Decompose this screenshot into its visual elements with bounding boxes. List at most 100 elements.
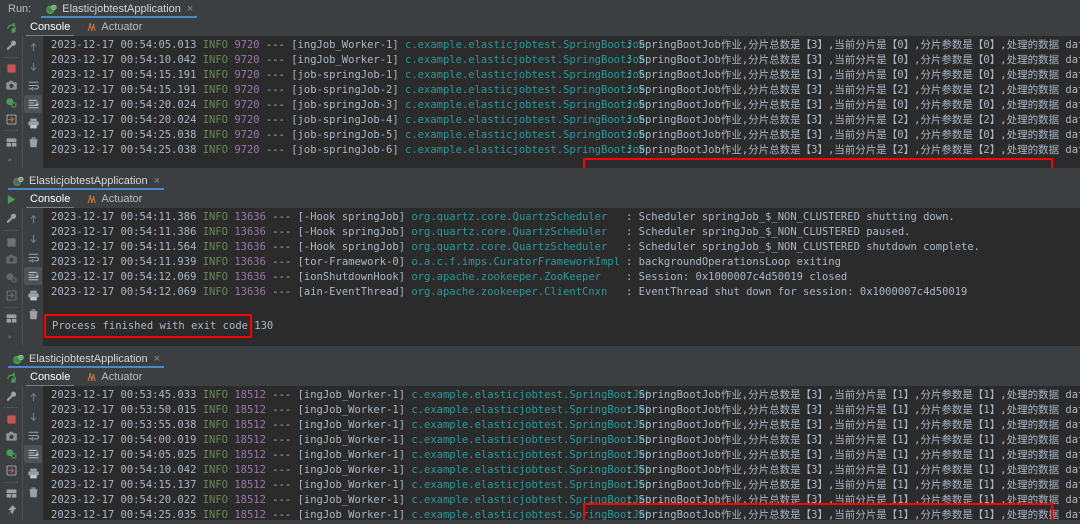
log-pid: 13636 bbox=[234, 211, 273, 223]
run-tab-elasticjobtestapplication-2[interactable]: G ElasticjobtestApplication × bbox=[8, 172, 165, 190]
log-level: INFO bbox=[202, 494, 235, 506]
run-icon[interactable] bbox=[0, 193, 22, 206]
panel-3-console: : SpringBootJob作业,分片总数是【3】,当前分片是【1】,分片参数… bbox=[0, 386, 1080, 520]
log-timestamp: 2023-12-17 00:54:00.019 bbox=[51, 434, 203, 446]
log-level: INFO bbox=[202, 39, 235, 51]
profiler-icon[interactable] bbox=[2, 95, 20, 111]
tab-actuator[interactable]: Actuator bbox=[78, 368, 150, 386]
log-row[interactable]: 2023-12-17 00:54:11.939 INFO 13636 --- [… bbox=[51, 255, 1080, 270]
camera-icon[interactable] bbox=[2, 78, 20, 94]
arrow-down-icon[interactable] bbox=[24, 57, 42, 75]
log-thread: [ingJob_Worker-1] bbox=[297, 479, 412, 491]
tab-console[interactable]: Console bbox=[22, 368, 78, 386]
profiler-icon[interactable] bbox=[2, 445, 20, 461]
run-tab-elasticjobtestapplication-3[interactable]: G ElasticjobtestApplication × bbox=[8, 350, 165, 368]
gutter-separator-2 bbox=[4, 306, 18, 308]
scroll-to-end-icon[interactable] bbox=[24, 267, 42, 285]
arrow-up-icon[interactable] bbox=[24, 210, 42, 228]
log-message: : SpringBootJob作业,分片总数是【3】,当前分片是【1】,分片参数… bbox=[626, 494, 1080, 506]
trash-icon[interactable] bbox=[24, 483, 42, 501]
scroll-to-end-icon[interactable] bbox=[24, 95, 42, 113]
log-thread: [ingJob_Worker-1] bbox=[297, 404, 412, 416]
trash-icon[interactable] bbox=[24, 133, 42, 151]
layout-icon[interactable] bbox=[2, 134, 20, 150]
print-icon[interactable] bbox=[24, 286, 42, 304]
log-separator: --- bbox=[272, 494, 298, 506]
rerun-icon[interactable] bbox=[0, 371, 22, 384]
panel-2-console: » : Scheduler springJob_$_NON_CLUSTERED … bbox=[0, 208, 1080, 346]
camera-icon[interactable] bbox=[2, 428, 20, 444]
tab-actuator[interactable]: Actuator bbox=[78, 190, 150, 208]
log-pid: 18512 bbox=[234, 464, 273, 476]
log-level: INFO bbox=[202, 419, 235, 431]
log-logger: org.quartz.core.QuartzScheduler bbox=[411, 226, 608, 238]
wrench-icon[interactable] bbox=[2, 388, 20, 404]
exit-icon[interactable] bbox=[2, 111, 20, 127]
log-message: : Scheduler springJob_$_NON_CLUSTERED sh… bbox=[626, 211, 955, 223]
log-pid: 18512 bbox=[234, 494, 273, 506]
panel-3-log-output[interactable]: : SpringBootJob作业,分片总数是【3】,当前分片是【1】,分片参数… bbox=[43, 386, 1080, 520]
log-separator: --- bbox=[272, 271, 298, 283]
log-row[interactable]: 2023-12-17 00:54:12.069 INFO 13636 --- [… bbox=[51, 270, 1080, 285]
panel-1-left-gutter: » bbox=[0, 36, 22, 168]
arrow-up-icon[interactable] bbox=[24, 388, 42, 406]
arrow-down-icon[interactable] bbox=[24, 229, 42, 247]
trash-icon[interactable] bbox=[24, 305, 42, 323]
layout-icon[interactable] bbox=[2, 486, 20, 502]
soft-wrap-icon[interactable] bbox=[24, 76, 42, 94]
panel-1-log-output[interactable]: : SpringBootJob作业,分片总数是【3】,当前分片是【0】,分片参数… bbox=[43, 36, 1080, 168]
actuator-icon bbox=[86, 22, 97, 33]
log-timestamp: 2023-12-17 00:54:25.035 bbox=[51, 509, 203, 520]
print-icon[interactable] bbox=[24, 464, 42, 482]
gutter-separator-2 bbox=[4, 481, 18, 483]
layout-icon[interactable] bbox=[2, 311, 20, 328]
log-separator: --- bbox=[265, 99, 292, 111]
expand-icon[interactable]: » bbox=[2, 151, 20, 167]
log-thread: [ingJob_Worker-1] bbox=[297, 449, 412, 461]
log-timestamp: 2023-12-17 00:54:25.038 bbox=[51, 144, 203, 156]
log-row[interactable]: 2023-12-17 00:54:11.386 INFO 13636 --- [… bbox=[51, 225, 1080, 240]
log-level: INFO bbox=[202, 84, 235, 96]
exit-icon bbox=[2, 287, 20, 304]
log-pid: 13636 bbox=[234, 286, 273, 298]
log-separator: --- bbox=[272, 464, 298, 476]
pin-icon[interactable] bbox=[2, 503, 20, 519]
stop-icon[interactable] bbox=[2, 411, 20, 427]
close-icon[interactable]: × bbox=[154, 353, 160, 365]
panel-1-console: » : SpringBootJob作业,分片总数是【3】,当前分片是【0】,分片… bbox=[0, 36, 1080, 168]
close-icon[interactable]: × bbox=[154, 175, 160, 187]
log-separator: --- bbox=[265, 144, 292, 156]
log-logger: c.example.elasticjobtest.SpringBootJob bbox=[405, 84, 646, 96]
exit-icon[interactable] bbox=[2, 463, 20, 479]
close-icon[interactable]: × bbox=[187, 3, 193, 15]
arrow-up-icon[interactable] bbox=[24, 38, 42, 56]
tab-console[interactable]: Console bbox=[22, 190, 78, 208]
expand-icon[interactable]: » bbox=[2, 328, 20, 345]
run-tab-label: ElasticjobtestApplication bbox=[29, 175, 148, 187]
log-separator: --- bbox=[272, 404, 298, 416]
tab-actuator[interactable]: Actuator bbox=[78, 18, 150, 36]
log-logger: c.example.elasticjobtest.SpringBootJob bbox=[411, 404, 652, 416]
rerun-icon[interactable] bbox=[0, 21, 22, 34]
arrow-down-icon[interactable] bbox=[24, 407, 42, 425]
log-thread: [ingJob_Worker-1] bbox=[291, 39, 406, 51]
wrench-icon[interactable] bbox=[2, 210, 20, 227]
log-level: INFO bbox=[202, 226, 235, 238]
soft-wrap-icon[interactable] bbox=[24, 248, 42, 266]
log-timestamp: 2023-12-17 00:54:05.013 bbox=[51, 39, 203, 51]
scroll-to-end-icon[interactable] bbox=[24, 445, 42, 463]
stop-icon[interactable] bbox=[2, 61, 20, 77]
log-logger: c.example.elasticjobtest.SpringBootJob bbox=[405, 54, 646, 66]
log-timestamp: 2023-12-17 00:54:11.939 bbox=[51, 256, 203, 268]
log-thread: [tor-Framework-0] bbox=[297, 256, 412, 268]
log-thread: [job-springJob-3] bbox=[291, 99, 406, 111]
soft-wrap-icon[interactable] bbox=[24, 426, 42, 444]
tab-console[interactable]: Console bbox=[22, 18, 78, 36]
print-icon[interactable] bbox=[24, 114, 42, 132]
log-logger: c.example.elasticjobtest.SpringBootJob bbox=[411, 449, 652, 461]
wrench-icon[interactable] bbox=[2, 38, 20, 54]
log-message: : Scheduler springJob_$_NON_CLUSTERED pa… bbox=[626, 226, 911, 238]
gutter-separator bbox=[4, 229, 18, 231]
run-tab-elasticjobtestapplication[interactable]: G ElasticjobtestApplication × bbox=[41, 0, 198, 18]
log-separator: --- bbox=[265, 114, 292, 126]
